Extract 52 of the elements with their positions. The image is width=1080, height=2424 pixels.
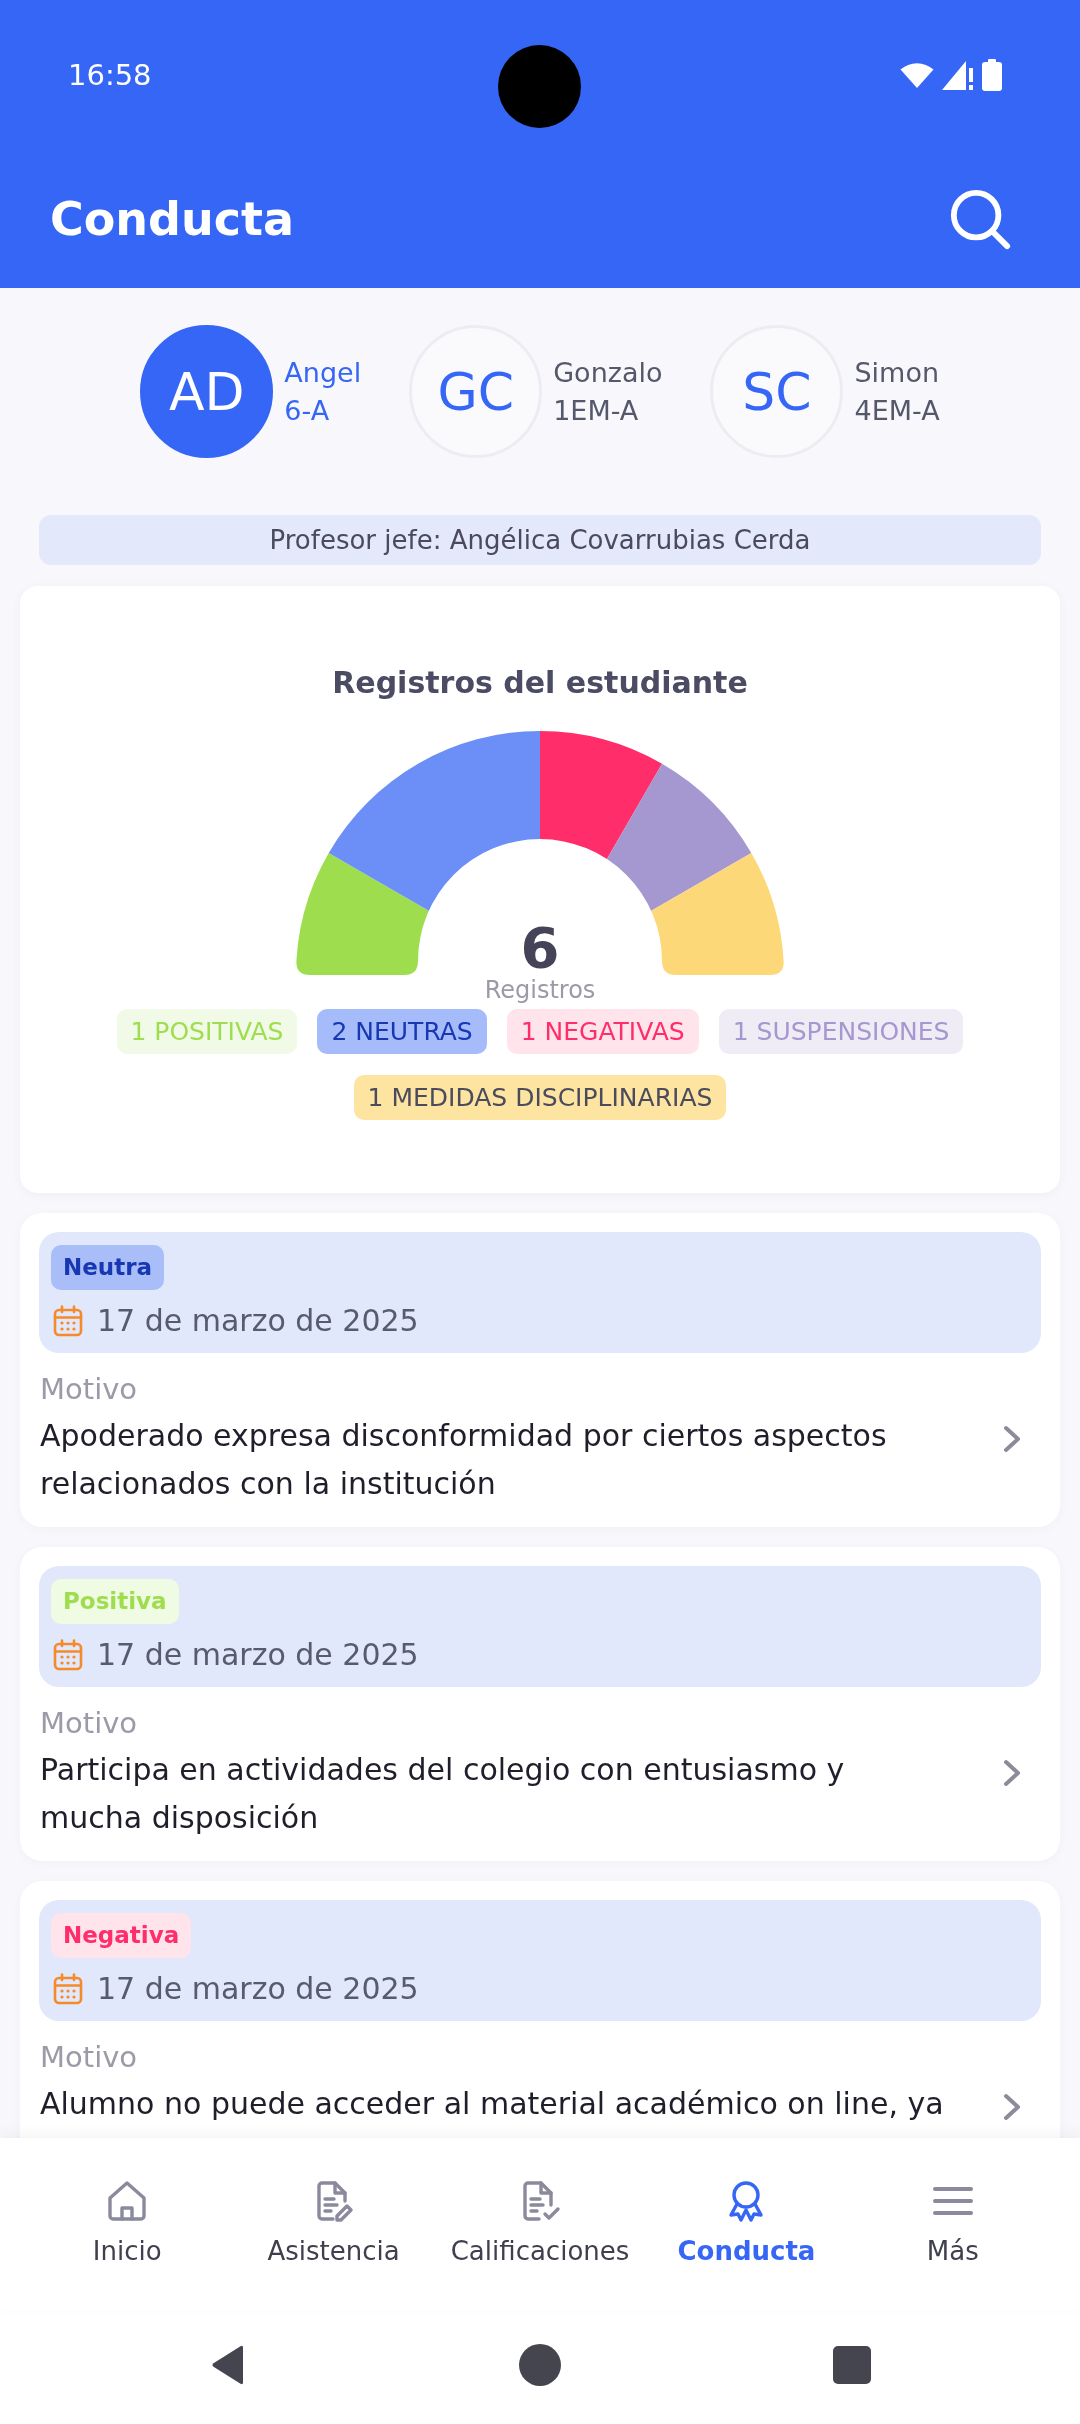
record-card[interactable]: Positiva 17 de marzo de 2025 Motivo Participa en actividades del colegio con entusiasmo y mucha disposición: [20, 1547, 1060, 1861]
record-card[interactable]: Negativa 17 de marzo de 2025 Motivo Alumno no puede acceder al material académico on line, ya: [20, 1881, 1060, 2138]
reason-label: Motivo: [40, 1371, 138, 1408]
record-card[interactable]: Neutra 17 de marzo de 2025 Motivo Apoderado expresa disconformidad por ciertos aspectos relacionados con la institución: [20, 1213, 1060, 1527]
chart-title: Registros del estudiante: [332, 664, 748, 702]
student-avatar[interactable]: SC: [710, 325, 844, 458]
record-type-badge: Neutra: [51, 1245, 165, 1290]
student-course: 1EM-A: [553, 393, 639, 428]
record-date: 17 de marzo de 2025: [97, 1971, 419, 2007]
teacher-banner: Profesor jefe: Angélica Covarrubias Cerda: [39, 515, 1041, 565]
nav-tab[interactable]: Calificaciones: [450, 2178, 630, 2267]
student-avatar[interactable]: AD: [140, 325, 274, 458]
total-count: 6: [520, 918, 560, 978]
student-name: Angel: [284, 355, 362, 390]
nav-tab[interactable]: Asistencia: [267, 2178, 400, 2267]
total-label: Registros: [484, 975, 596, 1005]
search-icon: [949, 188, 1011, 250]
nav-tab[interactable]: Inicio: [92, 2178, 162, 2267]
record-type-badge: Positiva: [51, 1579, 179, 1624]
chevron-right-icon: [1003, 2092, 1021, 2121]
record-date: 17 de marzo de 2025: [97, 1637, 419, 1673]
student-name: Simon: [854, 355, 940, 390]
reason-label: Motivo: [40, 2039, 138, 2076]
count-tag: 1 MEDIDAS DISCIPLINARIAS: [353, 1075, 727, 1120]
reason-label: Motivo: [40, 1705, 138, 1742]
student-course: 4EM-A: [854, 393, 940, 428]
calendar-icon: [53, 1305, 83, 1337]
student-name: Gonzalo: [553, 355, 663, 390]
calendar-icon: [53, 1973, 83, 2005]
wifi-icon: [900, 62, 934, 88]
chevron-right-icon: [1003, 1758, 1021, 1787]
home-icon[interactable]: [519, 2344, 561, 2386]
record-type-badge: Negativa: [51, 1913, 192, 1958]
reason-text: Participa en actividades del colegio con entusiasmo y mucha disposición: [40, 1751, 846, 1837]
count-tag: 1 NEGATIVAS: [506, 1009, 699, 1054]
status-time: 16:58: [68, 57, 152, 93]
calendar-icon: [53, 1639, 83, 1671]
count-tag: 1 SUSPENSIONES: [718, 1009, 964, 1054]
signal-icon: [942, 60, 974, 90]
student-course: 6-A: [284, 393, 330, 428]
record-date: 17 de marzo de 2025: [97, 1303, 419, 1339]
reason-text: Alumno no puede acceder al material académico on line, ya: [40, 2085, 945, 2123]
reason-text: Apoderado expresa disconformidad por ciertos aspectos relacionados con la institución: [40, 1417, 888, 1503]
nav-tab[interactable]: Conducta: [677, 2178, 816, 2267]
chevron-right-icon: [1003, 1424, 1021, 1453]
count-tag: 2 NEUTRAS: [317, 1009, 487, 1054]
battery-icon: [982, 59, 1002, 91]
screen-title: Conducta: [50, 191, 295, 247]
search-button[interactable]: [949, 188, 1011, 250]
count-tag: 1 POSITIVAS: [116, 1009, 298, 1054]
nav-tab[interactable]: Más: [926, 2178, 979, 2267]
student-avatar[interactable]: GC: [409, 325, 543, 458]
